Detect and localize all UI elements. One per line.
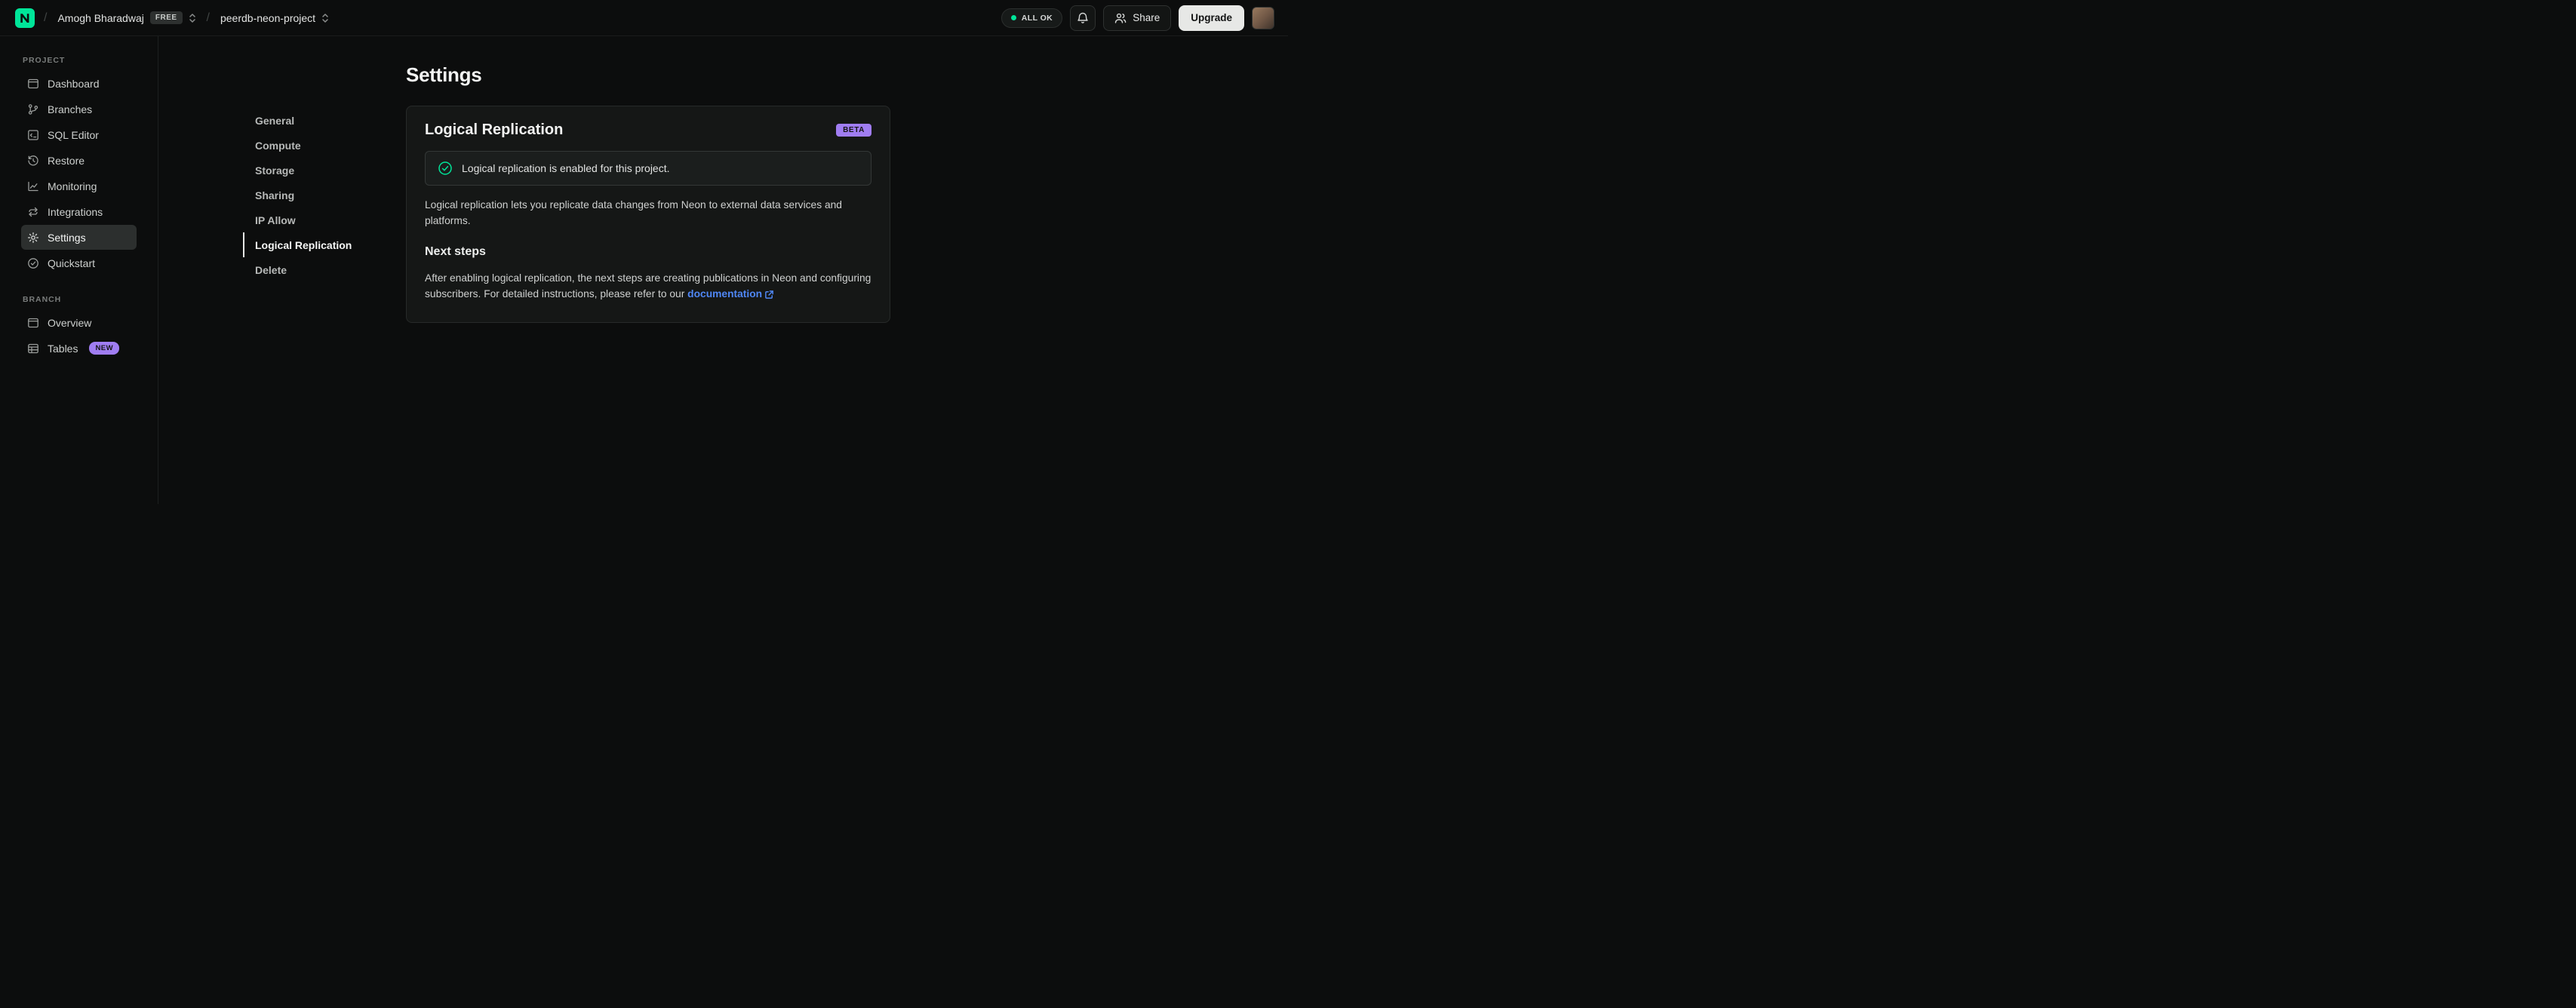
logical-replication-card: Logical Replication BETA Logical replica…	[406, 106, 890, 323]
sidebar-item-branches[interactable]: Branches	[21, 97, 137, 121]
upgrade-button[interactable]: Upgrade	[1179, 5, 1244, 31]
settings-nav-storage[interactable]: Storage	[243, 158, 406, 183]
sidebar-item-quickstart[interactable]: Quickstart	[21, 250, 137, 275]
chevron-updown-icon	[322, 13, 328, 23]
sidebar-item-label: SQL Editor	[48, 128, 99, 141]
beta-badge: BETA	[836, 124, 871, 137]
share-button[interactable]: Share	[1103, 5, 1172, 31]
sidebar-item-label: Dashboard	[48, 77, 100, 90]
upgrade-label: Upgrade	[1191, 12, 1232, 23]
sidebar-item-sql-editor[interactable]: SQL Editor	[21, 122, 137, 147]
settings-nav: General Compute Storage Sharing IP Allow…	[243, 108, 406, 504]
next-steps-text: After enabling logical replication, the …	[425, 271, 871, 302]
settings-column: Settings Logical Replication BETA Logica…	[406, 63, 890, 504]
sidebar-item-label: Restore	[48, 154, 85, 167]
sidebar-section-label: PROJECT	[23, 56, 66, 65]
users-icon	[1115, 13, 1127, 23]
page-title: Settings	[406, 63, 482, 86]
sidebar-item-overview[interactable]: Overview	[21, 310, 137, 335]
card-header: Logical Replication BETA	[425, 121, 871, 139]
sidebar-section-project: PROJECT Dashboard Branches SQL Editor Re…	[0, 56, 158, 275]
enabled-banner-text: Logical replication is enabled for this …	[462, 162, 670, 174]
card-title: Logical Replication	[425, 121, 564, 138]
app-root: / Amogh Bharadwaj FREE / peerdb-neon-pro…	[0, 0, 1288, 504]
sql-editor-icon	[27, 129, 39, 141]
topbar-actions: ALL OK Share Upgrade	[1001, 5, 1274, 31]
settings-nav-delete[interactable]: Delete	[243, 257, 406, 282]
check-circle-icon	[438, 161, 453, 176]
sidebar-section-branch: BRANCH Overview Tables NEW	[0, 295, 158, 361]
status-pill[interactable]: ALL OK	[1001, 8, 1063, 28]
sidebar-item-dashboard[interactable]: Dashboard	[21, 71, 137, 96]
description-text: Logical replication lets you replicate d…	[425, 199, 842, 226]
documentation-link[interactable]: documentation	[687, 287, 774, 303]
share-label: Share	[1133, 12, 1160, 23]
check-circle-icon	[27, 257, 39, 269]
sidebar-item-restore[interactable]: Restore	[21, 148, 137, 173]
settings-nav-logical-replication[interactable]: Logical Replication	[243, 232, 406, 257]
enabled-banner: Logical replication is enabled for this …	[425, 151, 871, 186]
project-name: peerdb-neon-project	[220, 11, 316, 24]
main-content: General Compute Storage Sharing IP Allow…	[158, 36, 1288, 504]
body: PROJECT Dashboard Branches SQL Editor Re…	[0, 36, 1288, 504]
sidebar-item-label: Tables	[48, 342, 78, 355]
notifications-button[interactable]	[1070, 5, 1096, 31]
settings-nav-ip-allow[interactable]: IP Allow	[243, 207, 406, 232]
breadcrumb-org[interactable]: Amogh Bharadwaj FREE	[56, 8, 197, 27]
sidebar-item-tables[interactable]: Tables NEW	[21, 336, 137, 361]
settings-nav-general[interactable]: General	[243, 108, 406, 133]
breadcrumb-separator: /	[44, 11, 48, 24]
status-label: ALL OK	[1021, 13, 1053, 23]
integrations-icon	[27, 206, 39, 218]
git-branch-icon	[27, 103, 39, 115]
sidebar-item-label: Integrations	[48, 205, 103, 218]
topbar: / Amogh Bharadwaj FREE / peerdb-neon-pro…	[0, 0, 1288, 36]
settings-nav-compute[interactable]: Compute	[243, 133, 406, 158]
sidebar-item-label: Overview	[48, 316, 92, 329]
sidebar-item-monitoring[interactable]: Monitoring	[21, 174, 137, 198]
external-link-icon	[765, 290, 773, 299]
sidebar-item-label: Quickstart	[48, 257, 96, 269]
sidebar: PROJECT Dashboard Branches SQL Editor Re…	[0, 36, 158, 504]
sidebar-section-label: BRANCH	[23, 295, 62, 304]
org-plan-badge: FREE	[149, 11, 183, 24]
new-badge: NEW	[89, 342, 120, 355]
neon-logo[interactable]	[15, 8, 35, 28]
sidebar-item-label: Monitoring	[48, 180, 97, 192]
breadcrumb-project[interactable]: peerdb-neon-project	[219, 9, 330, 27]
neon-logo-icon	[15, 8, 35, 28]
org-name: Amogh Bharadwaj	[57, 11, 144, 24]
settings-nav-sharing[interactable]: Sharing	[243, 183, 406, 207]
table-icon	[27, 343, 39, 355]
sidebar-item-integrations[interactable]: Integrations	[21, 199, 137, 224]
user-avatar[interactable]	[1252, 6, 1274, 29]
next-steps-heading: Next steps	[425, 245, 486, 259]
monitoring-icon	[27, 180, 39, 192]
bell-icon	[1077, 12, 1088, 23]
gear-icon	[27, 232, 39, 244]
dashboard-icon	[27, 78, 39, 90]
restore-icon	[27, 155, 39, 167]
status-dot-icon	[1010, 15, 1016, 20]
breadcrumb-separator: /	[206, 11, 210, 24]
sidebar-item-label: Branches	[48, 103, 93, 115]
sidebar-item-settings[interactable]: Settings	[21, 225, 137, 250]
overview-icon	[27, 317, 39, 329]
sidebar-item-label: Settings	[48, 231, 86, 244]
chevron-updown-icon	[189, 13, 195, 23]
